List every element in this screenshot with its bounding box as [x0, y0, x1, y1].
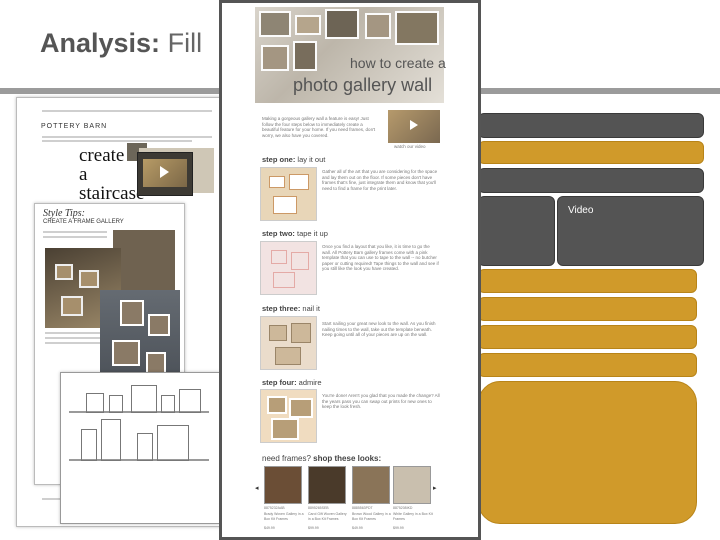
product-id: 8895265SEB [308, 506, 329, 510]
wireframe-bar-gold-3 [478, 297, 697, 321]
step-four-photo [260, 389, 317, 443]
step-three-photo [260, 316, 317, 370]
product-price: $99.99 [393, 526, 404, 530]
product-price: $49.99 [352, 526, 363, 530]
slide-title: Analysis: Fill [40, 28, 202, 59]
hero-title-line2: photo gallery wall [293, 75, 433, 95]
wireframe-block-gold-large [478, 381, 697, 524]
hero-title-line1: how to create a [350, 55, 446, 71]
style-tips-subtitle: CREATE A FRAME GALLERY [43, 219, 124, 225]
step-three-heading: step three: nail it [262, 304, 320, 313]
step-two-heading: step two: tape it up [262, 229, 328, 238]
wireframe-bar-gold-5 [478, 353, 697, 377]
step-four-heading: step four: admire [262, 378, 322, 387]
ledge-sketch [60, 372, 220, 524]
shop-heading-bold: shop these looks: [313, 454, 382, 463]
step-four-title: admire [296, 378, 322, 387]
carousel-next-arrow[interactable]: ▸ [433, 484, 437, 492]
style-tips-title: Style Tips: [43, 208, 85, 219]
wireframe-video-box: Video [557, 196, 704, 266]
product-image[interactable] [393, 466, 431, 504]
step-four-text: You're done! Aren't you glad that you ma… [322, 393, 440, 409]
product-image[interactable] [264, 466, 302, 504]
wireframe-bar-gold-2 [478, 269, 697, 293]
wireframe-bar-dark-2 [478, 168, 704, 193]
wireframe-bar-dark-1 [478, 113, 704, 138]
step-one-title: lay it out [295, 155, 326, 164]
step-one-text: Gather all of the art that you are consi… [322, 169, 438, 191]
step-two-title: tape it up [294, 229, 328, 238]
video-caption[interactable]: watch our video [394, 144, 426, 150]
product-name[interactable]: White Gallery in a Box Kit Frames [393, 512, 433, 521]
wireframe-bar-gold-1 [478, 141, 704, 164]
product-image[interactable] [308, 466, 346, 504]
step-one-label: step one: [262, 155, 296, 164]
product-price: $99.99 [308, 526, 319, 530]
product-id: 8875232AAB [264, 506, 285, 510]
product-price: $49.99 [264, 526, 275, 530]
product-name[interactable]: Brady Woven Gallery in a Box Kit Frames [264, 512, 304, 521]
step-three-text: Start nailing your great new look to the… [322, 321, 436, 337]
product-name[interactable]: Carol Gift Woven Gallery in a Box Kit Fr… [308, 512, 348, 521]
play-icon[interactable] [160, 166, 169, 178]
shop-heading-prefix: need frames? [262, 454, 311, 463]
intro-video-thumbnail[interactable] [388, 110, 440, 143]
wireframe-box-dark-left [478, 196, 555, 266]
gallery-photo-small [113, 230, 175, 290]
video-player[interactable] [137, 152, 193, 196]
video-label: Video [568, 205, 594, 216]
hero-banner: how to create a photo gallery wall [255, 7, 446, 103]
slide-title-rest: Fill [167, 28, 203, 58]
pottery-barn-logo: POTTERY BARN [41, 123, 108, 130]
play-icon[interactable] [410, 120, 418, 130]
shop-heading: need frames? shop these looks: [262, 454, 381, 463]
slide-title-bold: Analysis: [40, 28, 161, 58]
step-one-heading: step one: lay it out [262, 155, 325, 164]
step-one-photo [260, 167, 317, 221]
wireframe-bar-gold-4 [478, 325, 697, 349]
step-three-label: step three: [262, 304, 301, 313]
step-two-label: step two: [262, 229, 295, 238]
product-id: 8875208IKD [393, 506, 413, 510]
product-name[interactable]: Brown Wood Gallery in a Box Kit Frames [352, 512, 392, 521]
gallery-wall-page: how to create a photo gallery wall Makin… [219, 0, 481, 540]
step-two-photo [260, 241, 317, 295]
carousel-prev-arrow[interactable]: ◂ [255, 484, 259, 492]
intro-text: Making a gorgeous gallery wall a feature… [262, 116, 376, 138]
step-three-title: nail it [300, 304, 320, 313]
step-four-label: step four: [262, 378, 297, 387]
product-image[interactable] [352, 466, 390, 504]
product-id: 8885563PDT [352, 506, 373, 510]
step-two-text: Once you find a layout that you like, it… [322, 244, 439, 271]
